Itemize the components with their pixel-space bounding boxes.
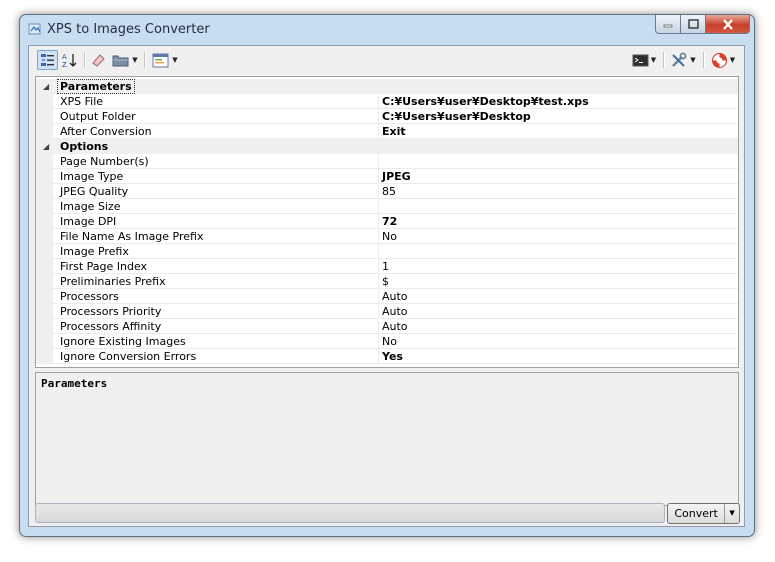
alphabetical-icon: A Z [62,53,77,68]
app-icon [28,23,41,35]
property-row[interactable]: File Name As Image Prefix No [36,229,738,244]
category-label: Parameters [57,79,135,94]
property-row[interactable]: Image Prefix [36,244,738,259]
collapse-icon[interactable]: ◢ [43,82,49,91]
svg-text:Z: Z [62,61,67,68]
category-options[interactable]: ◢ Options [36,139,738,154]
property-value[interactable]: 85 [382,185,396,198]
property-row[interactable]: Preliminaries Prefix $ [36,274,738,289]
property-name: Processors Affinity [60,320,162,333]
tools-icon [672,52,687,67]
collapse-icon[interactable]: ◢ [43,142,49,151]
property-name: Image Prefix [60,245,129,258]
property-value[interactable]: JPEG [382,170,411,183]
categorized-icon [41,53,54,66]
progress-bar [35,503,665,523]
property-name: Processors Priority [60,305,162,318]
window-title: XPS to Images Converter [47,22,210,37]
alphabetical-button[interactable]: A Z [60,50,80,70]
minimize-button[interactable] [655,15,681,34]
property-value[interactable]: 1 [382,260,389,273]
maximize-button[interactable] [681,15,706,34]
property-value[interactable]: Auto [382,290,408,303]
convert-button[interactable]: Convert ▼ [667,503,740,524]
property-row[interactable]: After Conversion Exit [36,124,738,139]
property-row[interactable]: Output Folder C:¥Users¥user¥Desktop [36,109,738,124]
convert-button-label: Convert [674,507,718,520]
chevron-down-icon: ▼ [172,56,178,64]
clear-button[interactable] [88,50,108,70]
open-folder-button[interactable]: ▼ [110,50,140,70]
chevron-down-icon: ▼ [132,56,138,64]
property-value[interactable]: 72 [382,215,397,228]
property-name: First Page Index [60,260,148,273]
chevron-down-icon[interactable]: ▼ [724,504,739,523]
description-title: Parameters [41,377,108,390]
toolbar: A Z ▼ ▼ ▼ ▼ ▼ [29,46,744,74]
properties-icon [152,53,169,67]
property-value[interactable]: Yes [382,350,403,363]
property-value[interactable]: Auto [382,305,408,318]
property-name: Output Folder [60,110,136,123]
console-button[interactable]: ▼ [629,50,659,70]
close-icon [722,18,733,30]
chevron-down-icon: ▼ [690,56,696,64]
app-window: XPS to Images Converter A Z ▼ ▼ ▼ ▼ ▼ ◢ … [19,14,755,537]
property-name: JPEG Quality [60,185,129,198]
client-area: A Z ▼ ▼ ▼ ▼ ▼ ◢ Parameters XPS File C:¥U… [28,45,745,527]
property-pages-button[interactable]: ▼ [149,50,181,70]
close-button[interactable] [706,15,750,34]
property-name: Page Number(s) [60,155,149,168]
property-value[interactable]: $ [382,275,389,288]
property-name: After Conversion [60,125,152,138]
svg-text:A: A [62,53,67,61]
property-row[interactable]: XPS File C:¥Users¥user¥Desktop¥test.xps [36,94,738,109]
eraser-icon [92,54,105,67]
property-grid[interactable]: ◢ Parameters XPS File C:¥Users¥user¥Desk… [35,76,739,368]
property-row[interactable]: Image Type JPEG [36,169,738,184]
property-value[interactable]: No [382,230,397,243]
property-row[interactable]: Processors Priority Auto [36,304,738,319]
property-name: File Name As Image Prefix [60,230,204,243]
category-parameters[interactable]: ◢ Parameters [36,79,738,94]
category-label: Options [60,140,109,153]
property-row[interactable]: Ignore Existing Images No [36,334,738,349]
maximize-icon [687,19,699,29]
minimize-icon [663,24,673,28]
property-row[interactable]: Image Size [36,199,738,214]
property-name: Image DPI [60,215,117,228]
property-name: XPS File [60,95,104,108]
property-row[interactable]: JPEG Quality 85 [36,184,738,199]
property-value[interactable]: C:¥Users¥user¥Desktop [382,110,531,123]
property-value[interactable]: Exit [382,125,406,138]
property-row[interactable]: Processors Affinity Auto [36,319,738,334]
help-icon [711,52,727,68]
folder-icon [112,55,129,66]
description-panel: Parameters [35,372,739,506]
property-name: Ignore Existing Images [60,335,186,348]
tools-button[interactable]: ▼ [667,50,699,70]
property-row[interactable]: Page Number(s) [36,154,738,169]
property-row[interactable]: Ignore Conversion Errors Yes [36,349,738,364]
property-name: Ignore Conversion Errors [60,350,197,363]
property-row[interactable]: First Page Index 1 [36,259,738,274]
property-name: Preliminaries Prefix [60,275,166,288]
help-button[interactable]: ▼ [707,50,739,70]
chevron-down-icon: ▼ [729,56,736,64]
property-row[interactable]: Image DPI 72 [36,214,738,229]
property-value[interactable]: C:¥Users¥user¥Desktop¥test.xps [382,95,589,108]
property-value[interactable]: Auto [382,320,408,333]
console-icon [632,54,649,67]
property-name: Image Size [60,200,121,213]
property-name: Image Type [60,170,124,183]
property-value[interactable]: No [382,335,397,348]
property-name: Processors [60,290,119,303]
chevron-down-icon: ▼ [650,56,657,64]
title-bar[interactable]: XPS to Images Converter [20,15,754,45]
categorized-button[interactable] [37,50,58,70]
property-row[interactable]: Processors Auto [36,289,738,304]
